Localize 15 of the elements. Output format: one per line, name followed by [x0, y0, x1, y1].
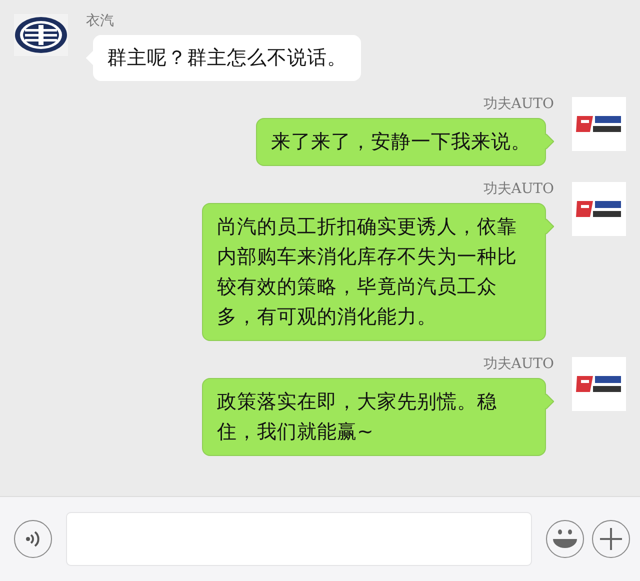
sender-name: 功夫AUTO: [483, 95, 554, 113]
smiley-icon: [552, 529, 578, 549]
voice-icon: [25, 530, 41, 548]
sender-name: 功夫AUTO: [483, 180, 554, 198]
logo-icon: [576, 374, 622, 394]
logo-icon: [576, 199, 622, 219]
add-button[interactable]: [592, 520, 630, 558]
message-input[interactable]: [66, 512, 532, 566]
logo-icon: [576, 114, 622, 134]
emoji-button[interactable]: [546, 520, 584, 558]
plus-icon: [600, 528, 622, 550]
sender-name: 功夫AUTO: [483, 355, 554, 373]
logo-icon: [14, 15, 68, 55]
sender-name: 衣汽: [86, 12, 115, 30]
voice-button[interactable]: [14, 520, 52, 558]
